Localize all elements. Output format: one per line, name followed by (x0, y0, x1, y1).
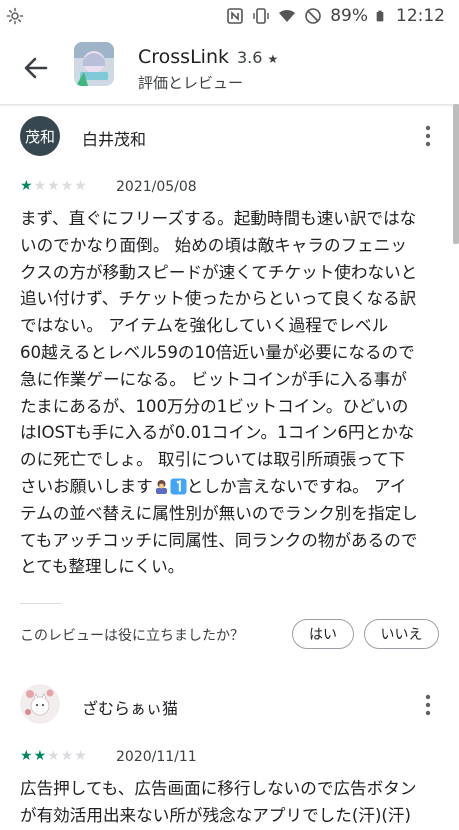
star-empty-icon: ★ (33, 178, 47, 194)
review-body: まず、直ぐにフリーズする。起動時間も速い訳ではな いのでかなり面倒。 始めの頃は敵… (20, 206, 446, 581)
review-line: 急に作業ゲーになる。 ビットコインが手に入る事が (20, 369, 407, 389)
star-rating: ★ ★ ★ ★ ★ (20, 178, 87, 194)
helpful-question: このレビューは役に立ちましたか？ (20, 628, 244, 644)
review-line: たまにあるが、100万分の1ビットコイン。ひどいの (20, 396, 409, 416)
star-rating: ★ ★ ★ ★ ★ (20, 748, 87, 764)
do-not-disturb-icon (305, 8, 322, 24)
rating-star-icon: ★ (267, 51, 279, 66)
review-line-part: としか言えないですね。 アイ (186, 476, 407, 496)
review-author: ざむらぁぃ猫 (82, 699, 179, 718)
review-line: のに死亡でしょ。 取引については取引所頑張って下 (20, 450, 406, 470)
app-title-row: CrossLink 3.6 ★ (138, 46, 278, 68)
app-bar: CrossLink 3.6 ★ 評価とレビュー (0, 32, 459, 105)
star-empty-icon: ★ (74, 748, 87, 764)
star-empty-icon: ★ (60, 748, 74, 764)
review-line: まず、直ぐにフリーズする。起動時間も速い訳ではな (20, 209, 417, 228)
person-bowing-emoji-icon (155, 479, 167, 494)
review-body: 広告押しても、広告画面に移行しないので広告ボタン が有効活用出来ない所が残念なアプ… (20, 776, 446, 830)
helpful-yes-button[interactable]: はい (292, 619, 354, 649)
review-line: テムの並べ替えに属性別が無いのでランク別を指定し (20, 503, 418, 523)
battery-percent: 89% (330, 6, 368, 26)
review-author: 白井茂和 (82, 130, 147, 149)
wifi-icon (279, 9, 296, 22)
star-filled-icon: ★ (20, 178, 33, 194)
nfc-icon (227, 8, 244, 24)
review-date: 2020/11/11 (116, 749, 197, 765)
star-filled-icon: ★ (20, 748, 33, 764)
status-bar: 89% 12:12 (0, 0, 459, 32)
review-line: とても整理しにくい。 (20, 557, 185, 577)
avatar: 茂和 (20, 116, 60, 156)
app-icon (74, 42, 114, 86)
review-line: 追い付けず、チケット使ったからといって良くなる訳 (20, 289, 417, 309)
review-line: クスの方が移動スピードが速くてチケット使わないと (20, 262, 418, 282)
star-empty-icon: ★ (74, 178, 87, 194)
scrollbar[interactable] (453, 104, 459, 244)
app-rating: 3.6 ★ (237, 48, 278, 67)
review-line: 60越えるとレベル59の10倍近い量が必要になるので (20, 342, 415, 362)
app-subtitle: 評価とレビュー (138, 74, 244, 92)
review-line-with-emoji: さいお願いします としか言えないですね。 アイ (20, 474, 446, 501)
app-name: CrossLink (138, 46, 229, 68)
keycap-one-emoji-icon (170, 478, 187, 495)
back-arrow-icon[interactable] (22, 54, 50, 82)
star-filled-icon: ★ (33, 748, 47, 764)
more-options-icon[interactable] (420, 124, 436, 148)
star-empty-icon: ★ (47, 178, 60, 194)
review-line: ではない。 アイテムを強化していく過程でレベル (20, 316, 389, 336)
battery-icon (376, 10, 384, 22)
more-options-icon[interactable] (420, 693, 436, 717)
divider (20, 603, 62, 604)
review-line: 広告押しても、広告画面に移行しないので広告ボタン (20, 779, 417, 798)
review-line: いのでかなり面倒。 始めの頃は敵キャラのフェニッ (20, 235, 407, 255)
helpful-no-button[interactable]: いいえ (364, 619, 439, 649)
star-empty-icon: ★ (47, 748, 60, 764)
avatar (20, 684, 60, 724)
rating-value: 3.6 (237, 47, 263, 67)
review-line: が有効活用出来ない所が残念なアプリでした(汗)(汗) (20, 805, 411, 825)
review-date: 2021/05/08 (116, 179, 197, 195)
review-line: てもアッチコッチに同属性、同ランクの物があるので (20, 530, 418, 550)
review-line: はIOSTも手に入るが0.01コイン。1コイン6円とかな (20, 423, 415, 443)
assistant-icon (6, 7, 24, 25)
clock: 12:12 (396, 6, 445, 26)
review-line-part: さいお願いします (20, 476, 153, 496)
star-empty-icon: ★ (60, 178, 74, 194)
vibrate-icon (253, 8, 269, 24)
